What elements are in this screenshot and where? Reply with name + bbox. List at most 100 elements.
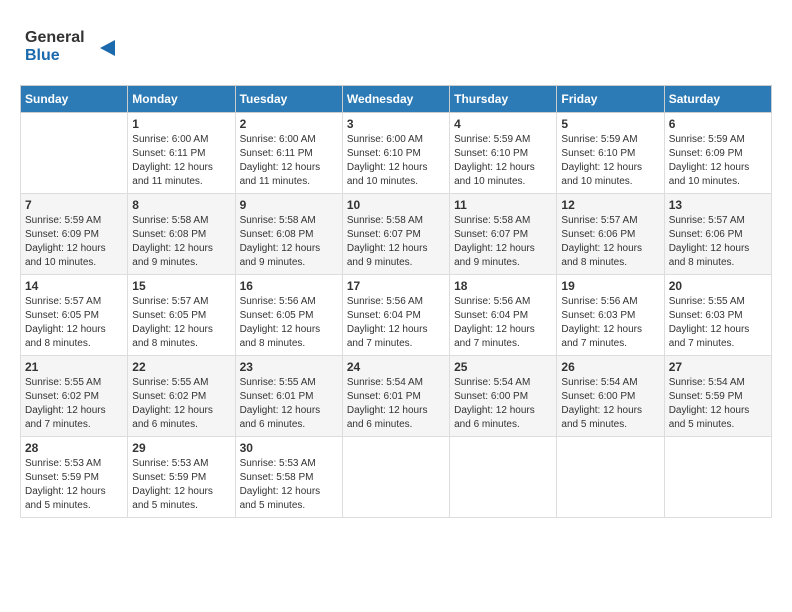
col-header-saturday: Saturday <box>664 86 771 113</box>
calendar-cell <box>557 437 664 518</box>
calendar-cell: 19Sunrise: 5:56 AM Sunset: 6:03 PM Dayli… <box>557 275 664 356</box>
calendar-cell: 1Sunrise: 6:00 AM Sunset: 6:11 PM Daylig… <box>128 113 235 194</box>
calendar-cell: 27 Sunrise: 5:54 AM Sunset: 5:59 PM Dayli… <box>664 356 771 437</box>
col-header-friday: Friday <box>557 86 664 113</box>
day-number: 6 <box>669 117 767 131</box>
day-info: Sunrise: 6:00 AM Sunset: 6:10 PM Dayligh… <box>347 133 445 189</box>
calendar-cell <box>21 113 128 194</box>
day-info: Sunrise: 5:53 AM Sunset: 5:59 PM Dayligh… <box>25 457 123 513</box>
calendar-cell: 8 Sunrise: 5:58 AM Sunset: 6:08 PM Daylig… <box>128 194 235 275</box>
day-number: 10 <box>347 198 445 212</box>
calendar-cell: 23 Sunrise: 5:55 AM Sunset: 6:01 PM Dayli… <box>235 356 342 437</box>
day-info: Sunrise: 5:58 AM Sunset: 6:08 PM Dayligh… <box>240 214 338 270</box>
day-info: Sunrise: 5:56 AM Sunset: 6:05 PM Dayligh… <box>240 295 338 351</box>
day-number: 18 <box>454 279 552 293</box>
calendar-table: SundayMondayTuesdayWednesdayThursdayFrid… <box>20 85 772 518</box>
day-number: 12 <box>561 198 659 212</box>
day-info: Sunrise: 5:55 AM Sunset: 6:01 PM Dayligh… <box>240 376 338 432</box>
calendar-cell: 15 Sunrise: 5:57 AM Sunset: 6:05 PM Dayli… <box>128 275 235 356</box>
day-number: 9 <box>240 198 338 212</box>
day-info: Sunrise: 5:57 AM Sunset: 6:05 PM Dayligh… <box>132 295 230 351</box>
calendar-cell: 20 Sunrise: 5:55 AM Sunset: 6:03 PM Dayli… <box>664 275 771 356</box>
svg-text:Blue: Blue <box>25 47 60 64</box>
day-number: 30 <box>240 441 338 455</box>
calendar-cell: 17 Sunrise: 5:56 AM Sunset: 6:04 PM Dayli… <box>342 275 449 356</box>
calendar-cell: 30 Sunrise: 5:53 AM Sunset: 5:58 PM Dayli… <box>235 437 342 518</box>
day-number: 29 <box>132 441 230 455</box>
day-info: Sunrise: 5:55 AM Sunset: 6:02 PM Dayligh… <box>132 376 230 432</box>
calendar-week-row: 21 Sunrise: 5:55 AM Sunset: 6:02 PM Dayli… <box>21 356 772 437</box>
day-info: Sunrise: 5:54 AM Sunset: 5:59 PM Dayligh… <box>669 376 767 432</box>
day-number: 23 <box>240 360 338 374</box>
logo-text: General Blue <box>20 20 130 75</box>
col-header-thursday: Thursday <box>450 86 557 113</box>
day-number: 15 <box>132 279 230 293</box>
calendar-week-row: 1 Sunrise: 6:00 AM Sunset: 6:11 PM Daylig… <box>21 113 772 194</box>
calendar-week-row: 14 Sunrise: 5:57 AM Sunset: 6:05 PM Dayli… <box>21 275 772 356</box>
day-info: Sunrise: 5:59 AM Sunset: 6:10 PM Dayligh… <box>454 133 552 189</box>
day-info: Sunrise: 5:55 AM Sunset: 6:03 PM Dayligh… <box>669 295 767 351</box>
day-info: Sunrise: 5:54 AM Sunset: 6:01 PM Dayligh… <box>347 376 445 432</box>
calendar-cell: 18Sunrise: 5:56 AM Sunset: 6:04 PM Dayli… <box>450 275 557 356</box>
calendar-week-row: 28 Sunrise: 5:53 AM Sunset: 5:59 PM Dayli… <box>21 437 772 518</box>
day-number: 7 <box>25 198 123 212</box>
calendar-cell: 5 Sunrise: 5:59 AM Sunset: 6:10 PM Daylig… <box>557 113 664 194</box>
calendar-cell: 9 Sunrise: 5:58 AM Sunset: 6:08 PM Daylig… <box>235 194 342 275</box>
day-number: 25 <box>454 360 552 374</box>
calendar-cell: 12 Sunrise: 5:57 AM Sunset: 6:06 PM Dayli… <box>557 194 664 275</box>
day-number: 8 <box>132 198 230 212</box>
logo: General Blue <box>20 20 130 75</box>
calendar-cell: 7 Sunrise: 5:59 AM Sunset: 6:09 PM Daylig… <box>21 194 128 275</box>
day-number: 11 <box>454 198 552 212</box>
calendar-cell: 26Sunrise: 5:54 AM Sunset: 6:00 PM Dayli… <box>557 356 664 437</box>
day-info: Sunrise: 5:59 AM Sunset: 6:09 PM Dayligh… <box>669 133 767 189</box>
day-number: 1 <box>132 117 230 131</box>
calendar-cell: 3Sunrise: 6:00 AM Sunset: 6:10 PM Daylig… <box>342 113 449 194</box>
day-info: Sunrise: 5:53 AM Sunset: 5:59 PM Dayligh… <box>132 457 230 513</box>
calendar-cell: 2 Sunrise: 6:00 AM Sunset: 6:11 PM Daylig… <box>235 113 342 194</box>
day-info: Sunrise: 6:00 AM Sunset: 6:11 PM Dayligh… <box>240 133 338 189</box>
day-info: Sunrise: 5:56 AM Sunset: 6:03 PM Dayligh… <box>561 295 659 351</box>
page-header: General Blue <box>20 20 772 75</box>
calendar-cell <box>450 437 557 518</box>
day-number: 13 <box>669 198 767 212</box>
day-number: 5 <box>561 117 659 131</box>
calendar-header-row: SundayMondayTuesdayWednesdayThursdayFrid… <box>21 86 772 113</box>
calendar-cell: 4Sunrise: 5:59 AM Sunset: 6:10 PM Daylig… <box>450 113 557 194</box>
calendar-cell: 13 Sunrise: 5:57 AM Sunset: 6:06 PM Dayli… <box>664 194 771 275</box>
day-number: 28 <box>25 441 123 455</box>
day-info: Sunrise: 5:57 AM Sunset: 6:06 PM Dayligh… <box>561 214 659 270</box>
day-number: 14 <box>25 279 123 293</box>
day-number: 27 <box>669 360 767 374</box>
col-header-wednesday: Wednesday <box>342 86 449 113</box>
calendar-week-row: 7 Sunrise: 5:59 AM Sunset: 6:09 PM Daylig… <box>21 194 772 275</box>
day-info: Sunrise: 5:59 AM Sunset: 6:09 PM Dayligh… <box>25 214 123 270</box>
calendar-cell: 16 Sunrise: 5:56 AM Sunset: 6:05 PM Dayli… <box>235 275 342 356</box>
day-info: Sunrise: 5:53 AM Sunset: 5:58 PM Dayligh… <box>240 457 338 513</box>
col-header-tuesday: Tuesday <box>235 86 342 113</box>
day-info: Sunrise: 5:56 AM Sunset: 6:04 PM Dayligh… <box>347 295 445 351</box>
day-info: Sunrise: 5:58 AM Sunset: 6:07 PM Dayligh… <box>347 214 445 270</box>
day-info: Sunrise: 5:59 AM Sunset: 6:10 PM Dayligh… <box>561 133 659 189</box>
day-info: Sunrise: 5:57 AM Sunset: 6:06 PM Dayligh… <box>669 214 767 270</box>
day-info: Sunrise: 5:54 AM Sunset: 6:00 PM Dayligh… <box>454 376 552 432</box>
day-number: 20 <box>669 279 767 293</box>
day-number: 16 <box>240 279 338 293</box>
day-info: Sunrise: 5:57 AM Sunset: 6:05 PM Dayligh… <box>25 295 123 351</box>
calendar-cell: 10 Sunrise: 5:58 AM Sunset: 6:07 PM Dayli… <box>342 194 449 275</box>
day-number: 22 <box>132 360 230 374</box>
day-number: 21 <box>25 360 123 374</box>
calendar-cell: 6 Sunrise: 5:59 AM Sunset: 6:09 PM Daylig… <box>664 113 771 194</box>
calendar-cell: 22 Sunrise: 5:55 AM Sunset: 6:02 PM Dayli… <box>128 356 235 437</box>
calendar-cell: 25 Sunrise: 5:54 AM Sunset: 6:00 PM Dayli… <box>450 356 557 437</box>
day-info: Sunrise: 5:55 AM Sunset: 6:02 PM Dayligh… <box>25 376 123 432</box>
col-header-sunday: Sunday <box>21 86 128 113</box>
day-number: 17 <box>347 279 445 293</box>
day-number: 2 <box>240 117 338 131</box>
calendar-cell: 29 Sunrise: 5:53 AM Sunset: 5:59 PM Dayli… <box>128 437 235 518</box>
calendar-cell: 24Sunrise: 5:54 AM Sunset: 6:01 PM Dayli… <box>342 356 449 437</box>
calendar-cell: 21 Sunrise: 5:55 AM Sunset: 6:02 PM Dayli… <box>21 356 128 437</box>
calendar-cell <box>664 437 771 518</box>
calendar-cell: 14 Sunrise: 5:57 AM Sunset: 6:05 PM Dayli… <box>21 275 128 356</box>
day-info: Sunrise: 5:58 AM Sunset: 6:08 PM Dayligh… <box>132 214 230 270</box>
